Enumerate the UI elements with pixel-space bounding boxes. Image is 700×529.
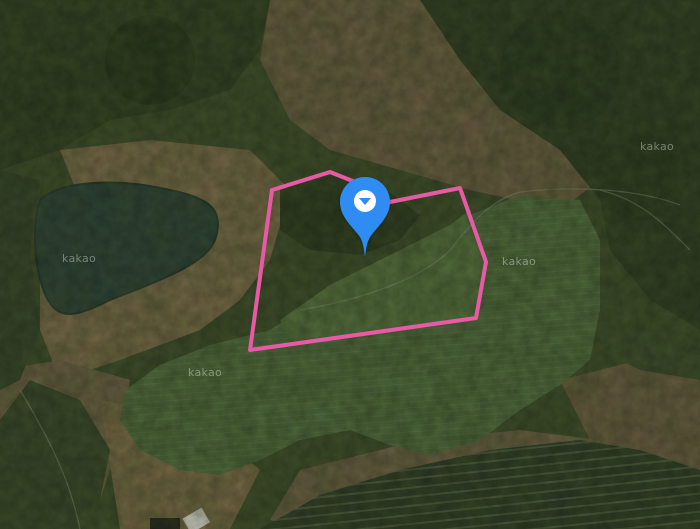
- provider-watermark: kakao: [502, 255, 537, 268]
- provider-watermark: kakao: [62, 252, 97, 265]
- map-pin-icon: [340, 177, 390, 257]
- provider-watermark: kakao: [188, 366, 223, 379]
- provider-watermark: kakao: [640, 140, 675, 153]
- satellite-imagery: [0, 0, 700, 529]
- location-marker[interactable]: [338, 175, 392, 261]
- map-view[interactable]: kakao kakao kakao kakao: [0, 0, 700, 529]
